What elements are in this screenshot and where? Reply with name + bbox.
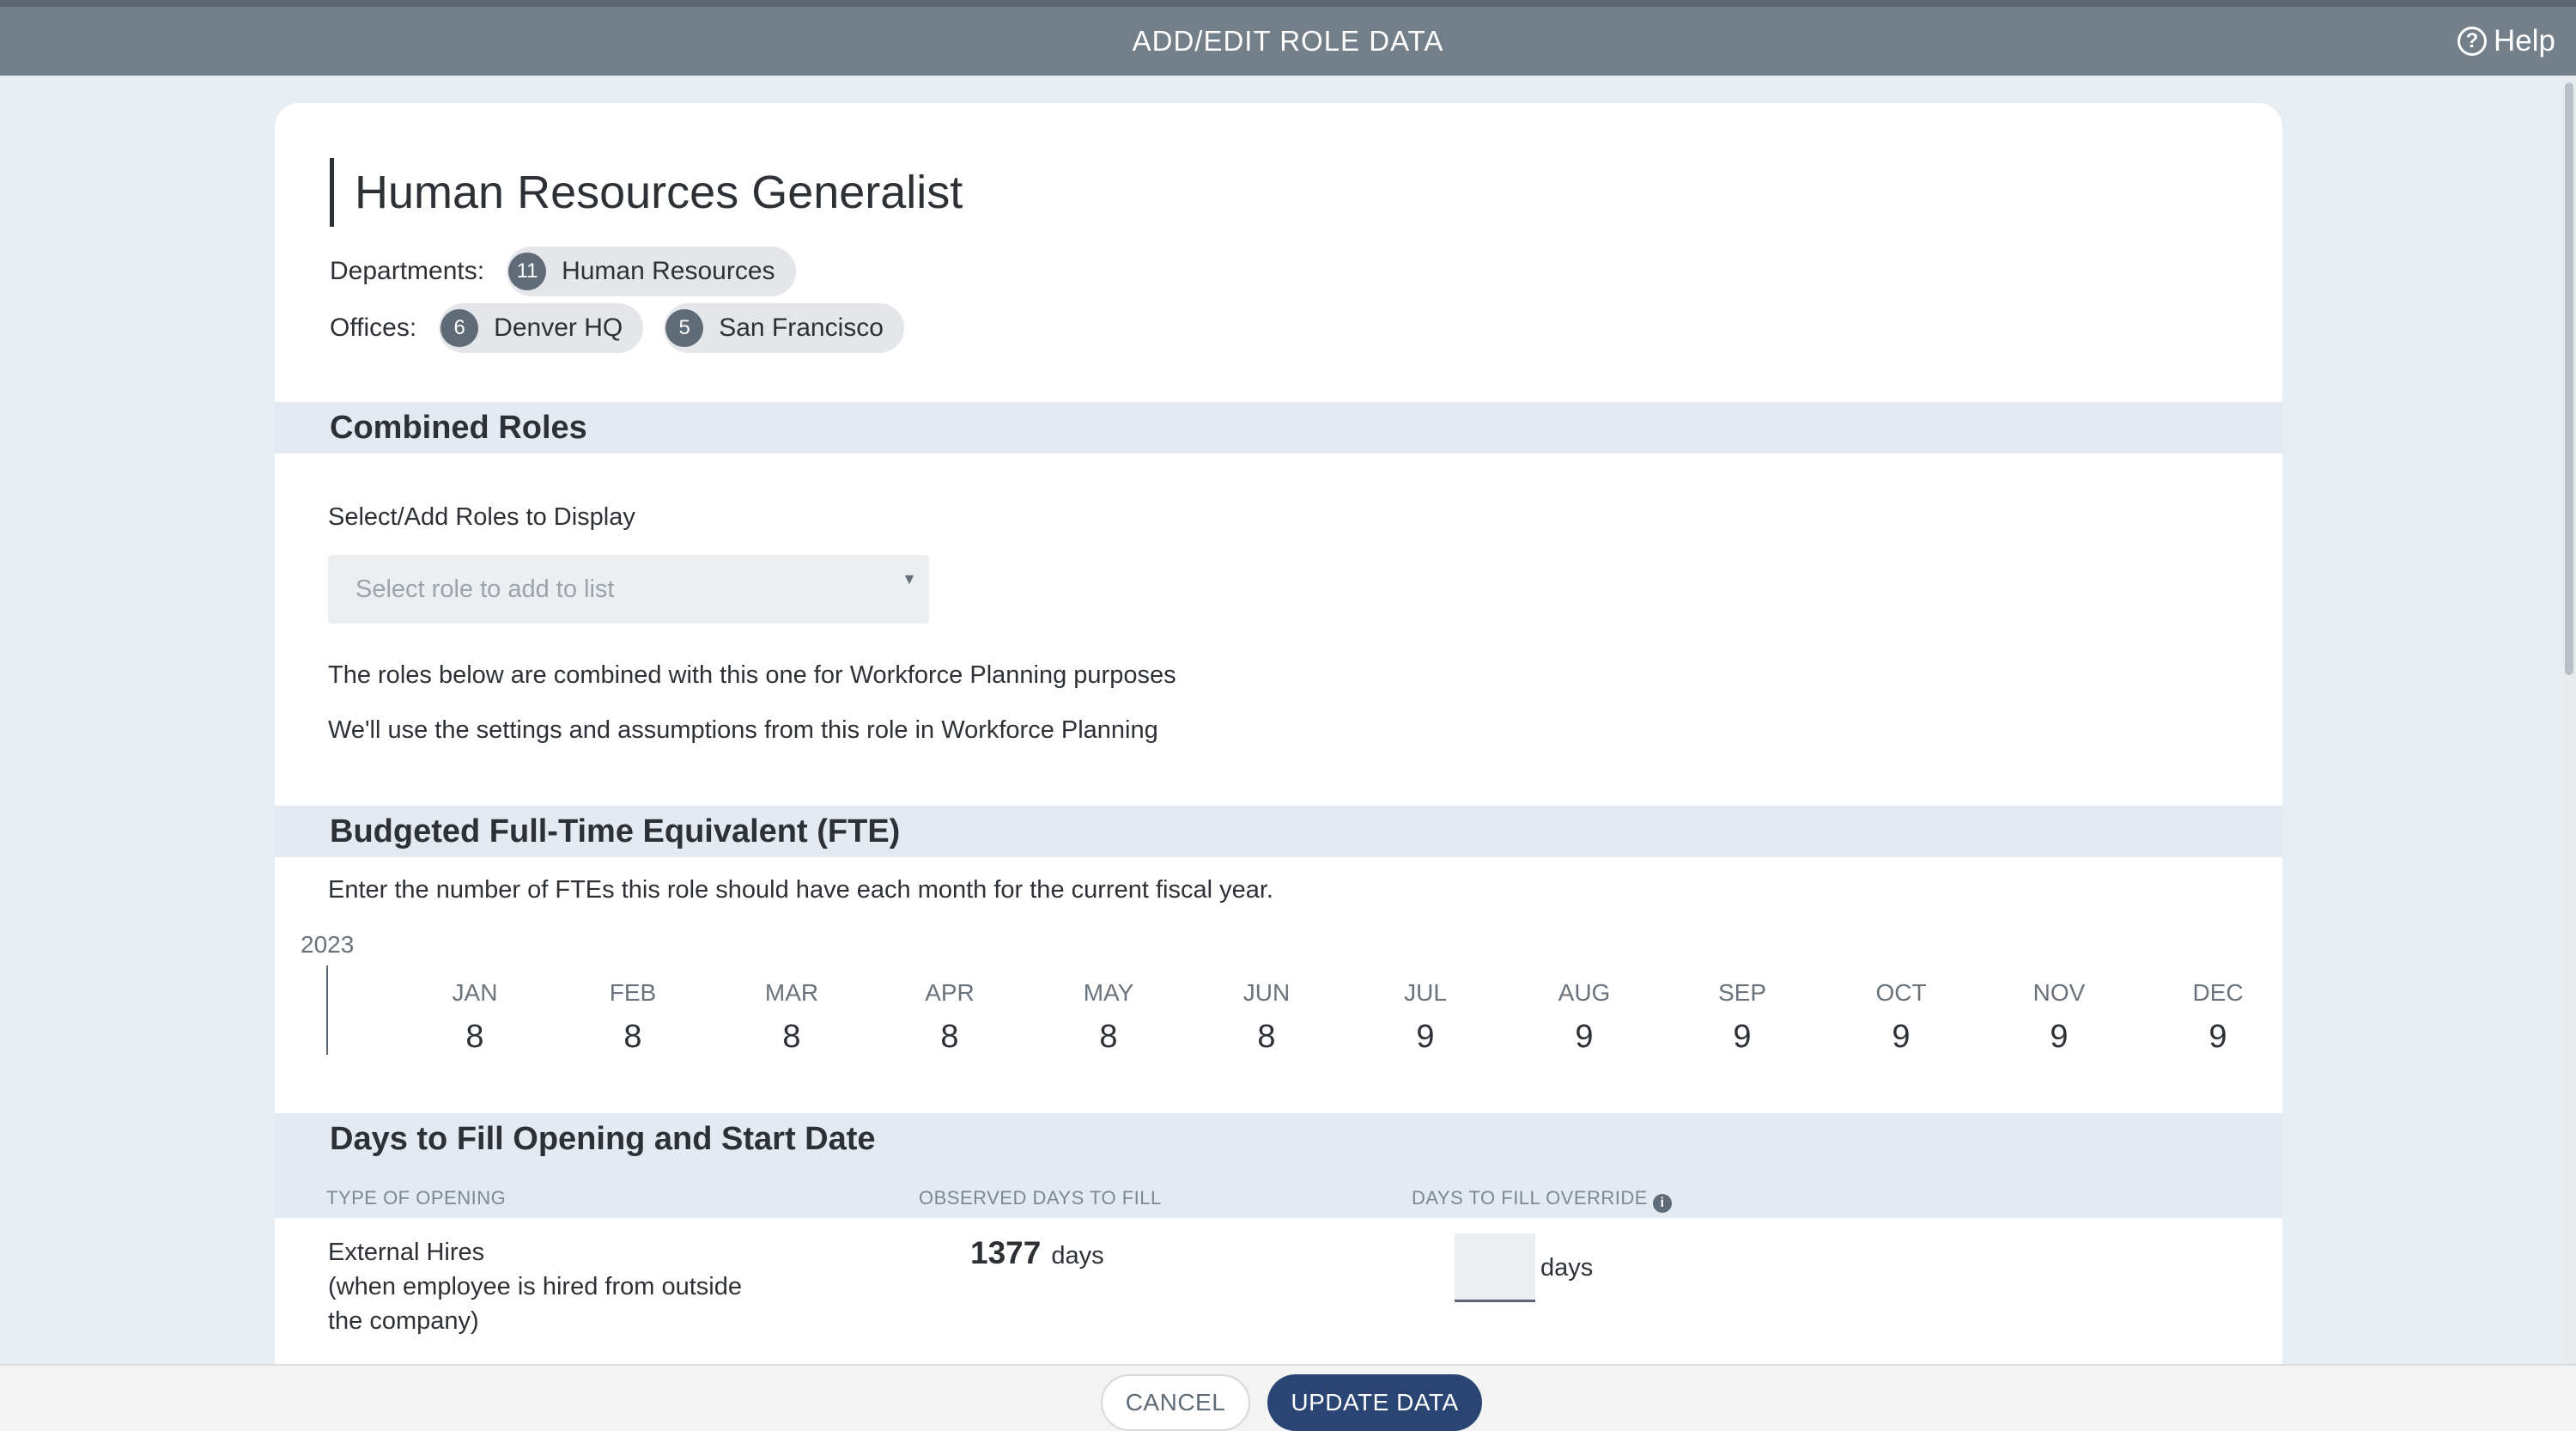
fte-month-jan[interactable]: JAN 8 <box>406 979 544 1056</box>
cancel-button[interactable]: CANCEL <box>1101 1374 1250 1431</box>
month-name: SEP <box>1717 979 1767 1006</box>
combined-roles-heading: Combined Roles <box>275 402 2282 454</box>
month-fte-value: 8 <box>1257 1019 1276 1055</box>
month-name: NOV <box>2032 979 2086 1006</box>
month-name: AUG <box>1558 979 1611 1006</box>
office-chip: 5 San Francisco <box>664 303 904 353</box>
departments-row: Departments: 11 Human Resources <box>330 246 817 297</box>
month-name: JUN <box>1242 979 1291 1006</box>
column-header-observed: OBSERVED DAYS TO FILL <box>919 1187 1162 1209</box>
days-to-fill-override-input[interactable] <box>1455 1233 1535 1302</box>
month-fte-value: 8 <box>1099 1019 1118 1055</box>
fte-month-apr[interactable]: APR 8 <box>881 979 1018 1056</box>
modal-header: ADD/EDIT ROLE DATA ? Help <box>0 7 2576 76</box>
modal-footer: CANCEL UPDATE DATA <box>0 1364 2576 1431</box>
month-fte-value: 8 <box>782 1019 801 1055</box>
month-fte-value: 9 <box>1575 1019 1594 1055</box>
month-fte-value: 8 <box>940 1019 959 1055</box>
observed-days-to-fill: 1377 days <box>970 1235 1104 1271</box>
help-label: Help <box>2494 24 2555 58</box>
month-name: OCT <box>1875 979 1927 1006</box>
opening-type-description: (when employee is hired from outside <box>328 1273 742 1300</box>
days-to-fill-heading: Days to Fill Opening and Start Date <box>330 1121 876 1157</box>
fte-month-jul[interactable]: JUL 9 <box>1357 979 1494 1056</box>
fte-month-dec[interactable]: DEC 9 <box>2149 979 2282 1056</box>
update-data-button[interactable]: UPDATE DATA <box>1267 1374 1482 1431</box>
fte-year: 2023 <box>301 931 355 958</box>
caret-down-icon: ▼ <box>902 570 917 588</box>
fte-month-jun[interactable]: JUN 8 <box>1198 979 1335 1056</box>
month-name: FEB <box>609 979 657 1006</box>
column-header-override: DAYS TO FILL OVERRIDE i <box>1412 1187 1672 1213</box>
month-fte-value: 9 <box>2050 1019 2069 1055</box>
month-name: JUL <box>1404 979 1447 1006</box>
observed-days-unit: days <box>1051 1242 1104 1270</box>
month-fte-value: 8 <box>465 1019 484 1055</box>
observed-days-value: 1377 <box>970 1235 1042 1270</box>
fte-month-may[interactable]: MAY 8 <box>1040 979 1177 1056</box>
month-fte-value: 9 <box>1892 1019 1911 1055</box>
fte-month-nov[interactable]: NOV 9 <box>1990 979 2128 1056</box>
department-count-badge: 11 <box>508 253 547 290</box>
combined-roles-note: We'll use the settings and assumptions f… <box>328 716 1158 744</box>
window-top-border <box>0 0 2576 7</box>
select-roles-label: Select/Add Roles to Display <box>328 503 635 531</box>
month-name: MAY <box>1083 979 1134 1006</box>
year-divider <box>326 965 328 1055</box>
office-chip: 6 Denver HQ <box>439 303 644 353</box>
fte-description: Enter the number of FTEs this role shoul… <box>328 876 1273 904</box>
office-count-badge: 6 <box>440 309 479 347</box>
month-name: DEC <box>2192 979 2244 1006</box>
opening-type-name: External Hires <box>328 1239 485 1266</box>
office-count-badge: 5 <box>665 309 704 347</box>
month-name: MAR <box>764 979 819 1006</box>
combined-roles-note: The roles below are combined with this o… <box>328 661 1176 689</box>
column-header-type: TYPE OF OPENING <box>326 1187 507 1209</box>
fte-month-aug[interactable]: AUG 9 <box>1516 979 1653 1056</box>
fte-month-oct[interactable]: OCT 9 <box>1832 979 1970 1056</box>
column-header-override-label: DAYS TO FILL OVERRIDE <box>1412 1187 1648 1209</box>
scrollbar-thumb[interactable] <box>2565 82 2573 675</box>
fte-month-feb[interactable]: FEB 8 <box>564 979 702 1056</box>
office-name: Denver HQ <box>494 314 623 342</box>
days-to-fill-header: Days to Fill Opening and Start Date <box>275 1113 2282 1218</box>
vertical-scrollbar[interactable] <box>2562 76 2576 1366</box>
role-title: Human Resources Generalist <box>330 158 963 227</box>
departments-label: Departments: <box>330 257 485 285</box>
fte-month-sep[interactable]: SEP 9 <box>1674 979 1811 1056</box>
offices-label: Offices: <box>330 314 417 342</box>
help-button[interactable]: ? Help <box>2458 7 2555 76</box>
fte-month-mar[interactable]: MAR 8 <box>723 979 860 1056</box>
department-name: Human Resources <box>562 257 775 285</box>
department-chip: 11 Human Resources <box>507 247 796 296</box>
month-fte-value: 8 <box>623 1019 642 1055</box>
override-days-unit: days <box>1540 1254 1594 1282</box>
role-select-placeholder: Select role to add to list <box>355 575 615 603</box>
opening-type-description: the company) <box>328 1307 479 1335</box>
fte-heading: Budgeted Full-Time Equivalent (FTE) <box>275 806 2282 857</box>
month-fte-value: 9 <box>1733 1019 1752 1055</box>
month-fte-value: 9 <box>2208 1019 2227 1055</box>
info-icon[interactable]: i <box>1652 1194 1672 1213</box>
opening-type-label: External Hires (when employee is hired f… <box>328 1235 809 1338</box>
question-circle-icon: ? <box>2458 27 2488 56</box>
office-name: San Francisco <box>719 314 884 342</box>
offices-row: Offices: 6 Denver HQ 5 San Francisco <box>330 302 925 354</box>
modal-title: ADD/EDIT ROLE DATA <box>1132 25 1444 57</box>
month-name: JAN <box>452 979 498 1006</box>
month-fte-value: 9 <box>1416 1019 1435 1055</box>
role-select-dropdown[interactable]: Select role to add to list ▼ <box>328 555 929 624</box>
month-name: APR <box>925 979 975 1006</box>
role-data-card: Human Resources Generalist Departments: … <box>275 103 2282 1391</box>
